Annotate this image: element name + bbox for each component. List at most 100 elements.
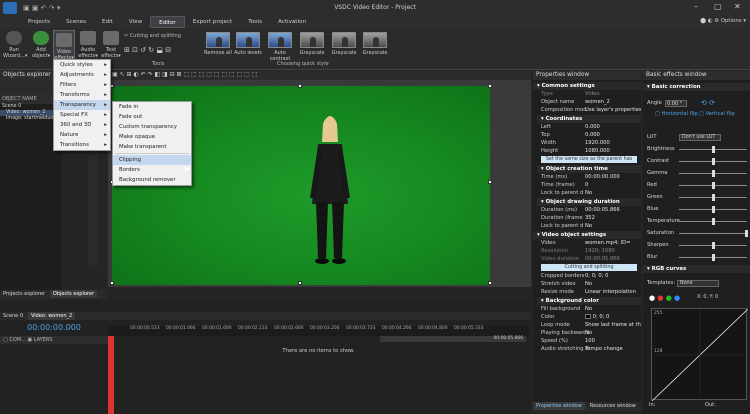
menu-projects[interactable]: Projects xyxy=(20,16,58,28)
prop-left[interactable]: Left 0.000 xyxy=(533,123,641,131)
video-settings-section[interactable]: ▾ Video object settings xyxy=(533,231,641,239)
minimize-icon[interactable]: – xyxy=(694,2,698,11)
slider-row-gamma[interactable]: Gamma0 xyxy=(643,168,750,179)
prop-stretch-video[interactable]: Stretch video No xyxy=(533,280,641,288)
menu-item-filters[interactable]: Filters ▸ xyxy=(54,80,110,90)
quick-style-grayscale-1[interactable]: Grayscale xyxy=(298,32,326,56)
time-ruler[interactable]: 00:00:00.533 00:00:01.066 00:00:01.600 0… xyxy=(108,326,529,336)
resize-handle-b[interactable] xyxy=(298,281,302,285)
prop-video[interactable]: Video women.mp4; ID= xyxy=(533,239,641,247)
quick-style-auto-contrast[interactable]: Auto contrast xyxy=(266,32,294,62)
prop-cropped-borders[interactable]: Cropped borders 0; 0; 0; 0 xyxy=(533,272,641,280)
slider-knob[interactable] xyxy=(712,242,715,249)
templates-row[interactable]: Templates: None xyxy=(643,278,750,289)
quick-style-grayscale-3[interactable]: Grayscale xyxy=(361,32,389,56)
color-swatch[interactable] xyxy=(585,314,591,319)
menu-edit[interactable]: Edit xyxy=(94,16,121,28)
resize-handle-bl[interactable] xyxy=(110,281,114,285)
channel-dots[interactable]: ● ● ● ● xyxy=(649,294,680,302)
slider-row-blur[interactable]: Blur0 xyxy=(643,252,750,263)
menu-item-fade-in[interactable]: Fade in xyxy=(113,102,191,112)
menu-item-borders[interactable]: Borders xyxy=(113,165,191,175)
common-settings-section[interactable]: ▾ Common settings xyxy=(533,82,641,90)
add-object-button[interactable]: Add object▾ xyxy=(30,31,52,59)
quick-style-remove-all[interactable]: Remove all xyxy=(204,32,232,56)
drawing-duration-section[interactable]: ▾ Object drawing duration xyxy=(537,198,641,206)
lut-row[interactable]: LUT Don't use LUT xyxy=(643,132,750,143)
left-tool-strip[interactable] xyxy=(88,155,98,267)
angle-input[interactable]: 0.00 ° xyxy=(665,100,687,107)
rgb-curve-editor[interactable]: 255 128 xyxy=(651,308,749,402)
slider-row-red[interactable]: Red0 xyxy=(643,180,750,191)
prop-color[interactable]: Color 0; 0; 0 xyxy=(533,313,641,321)
menu-item-adjustments[interactable]: Adjustments ▸ xyxy=(54,70,110,80)
menu-item-fade-out[interactable]: Fade out xyxy=(113,112,191,122)
menu-item-custom-transparency[interactable]: Custom transparency xyxy=(113,122,191,132)
slider-knob[interactable] xyxy=(712,218,715,225)
slider-knob[interactable] xyxy=(745,230,748,237)
menu-item-nature[interactable]: Nature ▸ xyxy=(54,130,110,140)
menu-tools[interactable]: Tools xyxy=(240,16,270,28)
options-menu[interactable]: ⬤ ◐ ⚙ Options ▾ xyxy=(700,18,746,24)
prop-playing-backwards[interactable]: Playing backwards No xyxy=(533,329,641,337)
resize-handle-tr[interactable] xyxy=(488,84,492,88)
menu-export-project[interactable]: Export project xyxy=(185,16,241,28)
prop-time-frame[interactable]: Time (frame) 0 xyxy=(533,181,641,189)
vertical-flip-checkbox[interactable]: ▢ Vertical flip xyxy=(699,109,735,120)
canvas-toolbar[interactable]: ▣ ↖ ⊞ ◐ ↶ ↷ ◧ ◨ ⊟ ⊠ ⬚ ⬚ ⬚ ⬚ ⬚ ⬚ ⬚ ⬚ ⬚ ⬚ xyxy=(108,71,531,80)
slider-knob[interactable] xyxy=(712,158,715,165)
slider-knob[interactable] xyxy=(712,182,715,189)
prop-object-name[interactable]: Object name women_2 xyxy=(533,98,641,106)
cutting-splitting-prop-button[interactable]: Cutting and splitting xyxy=(541,264,637,271)
menu-item-transitions[interactable]: Transitions ▸ xyxy=(54,140,110,150)
slider-row-saturation[interactable]: Saturation100 xyxy=(643,228,750,239)
rgb-curves-section[interactable]: ▾ RGB curves xyxy=(643,265,750,273)
cutting-splitting-button[interactable]: ✂ Cutting and splitting xyxy=(124,33,181,39)
tab-scene-0[interactable]: Scene 0 xyxy=(0,312,26,320)
menu-item-special-fx[interactable]: Special FX ▸ xyxy=(54,110,110,120)
prop-speed[interactable]: Speed (%) 100 xyxy=(533,337,641,345)
basic-correction-section[interactable]: ▾ Basic correction xyxy=(643,83,750,91)
slider-knob[interactable] xyxy=(712,170,715,177)
menu-activation[interactable]: Activation xyxy=(270,16,314,28)
same-size-button[interactable]: Set the same size as the parent has xyxy=(541,156,637,163)
slider-row-blue[interactable]: Blue0 xyxy=(643,204,750,215)
templates-select[interactable]: None xyxy=(677,280,719,287)
run-wizard-button[interactable]: Run Wizard...▾ xyxy=(3,31,27,59)
slider-track[interactable] xyxy=(679,233,747,234)
slider-row-contrast[interactable]: Contrast0 xyxy=(643,156,750,167)
slider-knob[interactable] xyxy=(712,254,715,261)
maximize-icon[interactable]: ▢ xyxy=(714,2,722,11)
resize-handle-r[interactable] xyxy=(488,180,492,184)
prop-loop-mode[interactable]: Loop mode Show last frame at th xyxy=(533,321,641,329)
prop-duration-ms[interactable]: Duration (ms) 00:00:05.866 xyxy=(533,206,641,214)
tab-objects-explorer[interactable]: Objects explorer xyxy=(49,290,98,298)
slider-row-green[interactable]: Green0 xyxy=(643,192,750,203)
prop-lock-parent[interactable]: Lock to parent d No xyxy=(533,189,641,197)
menu-editor[interactable]: Editor xyxy=(150,16,185,28)
menu-view[interactable]: View xyxy=(121,16,150,28)
prop-resize-mode[interactable]: Resize mode Linear interpolation xyxy=(533,288,641,296)
prop-width[interactable]: Width 1920.000 xyxy=(533,139,641,147)
lut-select[interactable]: Don't use LUT xyxy=(679,134,721,141)
curve-in-field[interactable]: In: xyxy=(649,402,655,408)
prop-duration-frame[interactable]: Duration (frame 352 xyxy=(533,214,641,222)
tab-properties-window[interactable]: Properties window xyxy=(533,402,585,410)
tab-resources-window[interactable]: Resources window xyxy=(587,402,639,410)
quick-style-auto-levels[interactable]: Auto levels xyxy=(234,32,262,56)
resize-handle-t[interactable] xyxy=(298,84,302,88)
text-effects-button[interactable]: Text effects▾ xyxy=(100,31,122,59)
prop-height[interactable]: Height 1080.000 xyxy=(533,147,641,155)
coordinates-section[interactable]: ▾ Coordinates xyxy=(537,115,641,123)
background-color-section[interactable]: ▾ Background color xyxy=(537,297,641,305)
menu-item-transparency[interactable]: Transparency ▸ xyxy=(54,100,110,110)
slider-knob[interactable] xyxy=(712,206,715,213)
menu-scenes[interactable]: Scenes xyxy=(58,16,94,28)
horizontal-flip-checkbox[interactable]: ▢ Horizontal flip xyxy=(655,109,698,120)
slider-knob[interactable] xyxy=(712,194,715,201)
curve-out-field[interactable]: Out: xyxy=(705,402,716,408)
menu-item-background-remover[interactable]: Background remover xyxy=(113,175,191,185)
tab-projects-explorer[interactable]: Projects explorer xyxy=(0,290,48,298)
menu-item-quick-styles[interactable]: Quick styles ▸ xyxy=(54,60,110,70)
creation-time-section[interactable]: ▾ Object creation time xyxy=(537,165,641,173)
